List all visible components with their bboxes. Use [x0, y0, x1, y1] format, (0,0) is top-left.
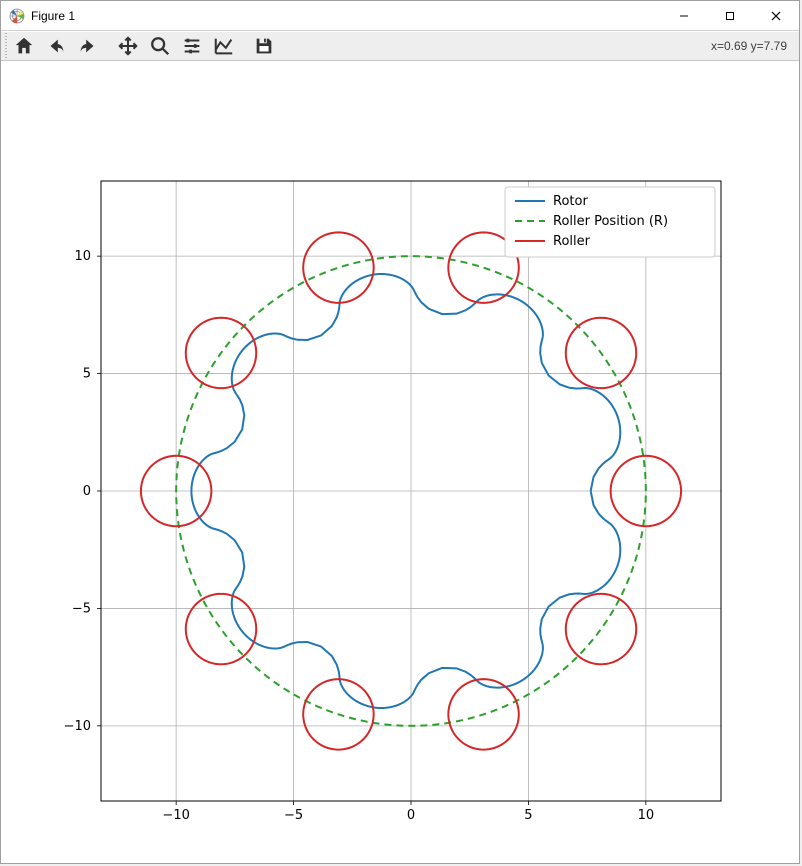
matplotlib-window: Figure 1	[0, 0, 800, 864]
zoom-button[interactable]	[145, 33, 175, 59]
svg-text:5: 5	[83, 367, 91, 382]
svg-text:−5: −5	[72, 601, 91, 616]
titlebar[interactable]: Figure 1	[1, 1, 799, 31]
svg-text:−5: −5	[284, 808, 303, 823]
close-button[interactable]	[753, 1, 799, 30]
figure-canvas[interactable]: −10 −5 0 5 10 −10 −5 0 5 10 Rotor Roller Position …	[1, 61, 799, 863]
pan-button[interactable]	[113, 33, 143, 59]
save-button[interactable]	[249, 33, 279, 59]
edit-axes-button[interactable]	[209, 33, 239, 59]
svg-text:10: 10	[638, 808, 655, 823]
cursor-coords: x=0.69 y=7.79	[711, 39, 795, 53]
svg-text:Roller: Roller	[553, 234, 591, 249]
toolbar: x=0.69 y=7.79	[1, 31, 799, 61]
window-title: Figure 1	[31, 9, 661, 23]
svg-text:Rotor: Rotor	[553, 194, 588, 209]
back-button[interactable]	[41, 33, 71, 59]
svg-text:5: 5	[524, 808, 532, 823]
svg-text:0: 0	[83, 484, 91, 499]
configure-subplots-button[interactable]	[177, 33, 207, 59]
matplotlib-app-icon	[9, 8, 25, 24]
window-controls	[661, 1, 799, 30]
home-button[interactable]	[9, 33, 39, 59]
toolbar-grip	[5, 33, 7, 59]
svg-text:10: 10	[74, 249, 91, 264]
forward-button[interactable]	[73, 33, 103, 59]
svg-text:Roller Position (R): Roller Position (R)	[553, 214, 668, 229]
svg-text:−10: −10	[64, 719, 91, 734]
svg-text:−10: −10	[162, 808, 189, 823]
minimize-button[interactable]	[661, 1, 707, 30]
maximize-button[interactable]	[707, 1, 753, 30]
svg-text:0: 0	[407, 808, 415, 823]
plot-svg: −10 −5 0 5 10 −10 −5 0 5 10 Rotor Roller Position …	[1, 61, 801, 865]
